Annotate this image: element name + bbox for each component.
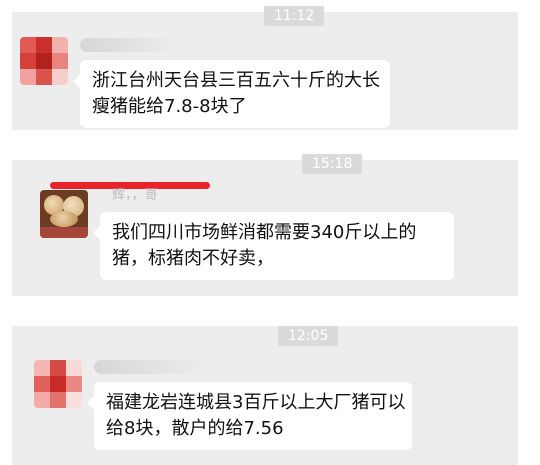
mosaic-avatar-icon[interactable] bbox=[34, 360, 82, 408]
message-line: 福建龙岩连城县3百斤以上大厂猪可以 bbox=[106, 392, 406, 413]
mosaic-avatar-icon[interactable] bbox=[20, 37, 68, 85]
message-line: 猪，标猪肉不好卖， bbox=[112, 248, 274, 269]
sender-name: 辉，，哥 bbox=[112, 188, 158, 203]
sender-name-redacted bbox=[94, 360, 204, 374]
message-bubble[interactable]: 我们四川市场鲜消都需要340斤以上的 猪，标猪肉不好卖， bbox=[93, 212, 454, 280]
timestamp: 12:05 bbox=[278, 326, 339, 346]
coin-avatar-icon[interactable] bbox=[40, 190, 88, 238]
message-line: 给8块，散户的给7.56 bbox=[106, 418, 284, 439]
message-bubble[interactable]: 福建龙岩连城县3百斤以上大厂猪可以 给8块，散户的给7.56 bbox=[87, 382, 412, 450]
chat-panel-1: 11:12 浙江台州天台县三百五六十斤的大长 瘦猪能给7.8-8块了 bbox=[12, 6, 518, 130]
message-line: 浙江台州天台县三百五六十斤的大长 bbox=[92, 70, 380, 91]
message-line: 瘦猪能给7.8-8块了 bbox=[92, 96, 247, 117]
message-line: 我们四川市场鲜消都需要340斤以上的 bbox=[112, 222, 417, 243]
chat-panel-3: 12:05 福建龙岩连城县3百斤以上大厂猪可以 给8块，散户的给7.56 bbox=[12, 326, 518, 465]
message-bubble[interactable]: 浙江台州天台县三百五六十斤的大长 瘦猪能给7.8-8块了 bbox=[73, 60, 390, 128]
timestamp: 11:12 bbox=[264, 6, 325, 26]
chat-panel-2: 15:18 辉，，哥 我们四川市场鲜消都需要340斤以上的 猪，标猪肉不好卖， bbox=[12, 154, 518, 296]
timestamp: 15:18 bbox=[302, 154, 363, 174]
sender-name-redacted bbox=[80, 38, 176, 52]
